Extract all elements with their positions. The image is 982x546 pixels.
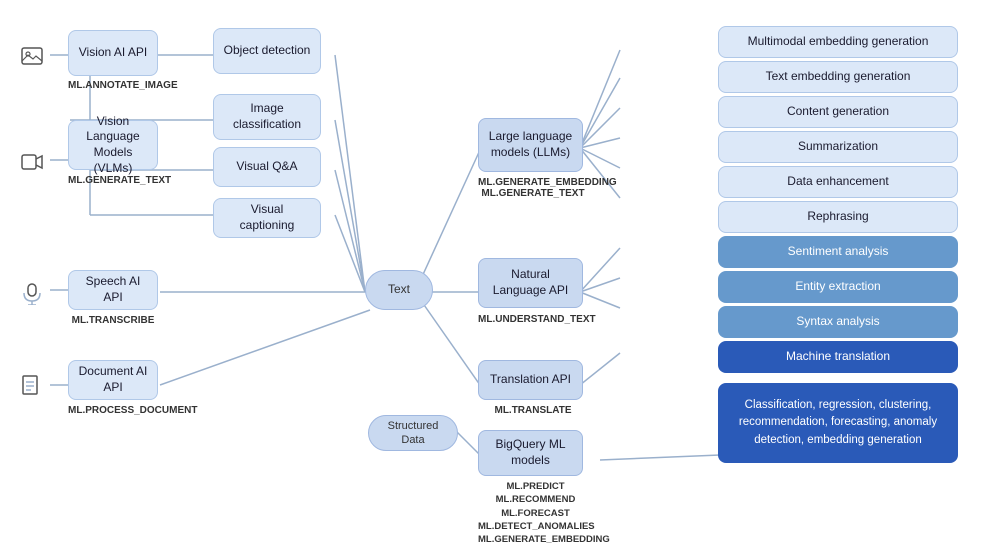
bigquery-node: BigQuery ML models [478, 430, 583, 476]
text-embed-label: Text embedding generation [766, 69, 911, 85]
classification-node: Classification, regression, clustering, … [718, 383, 958, 463]
text-embed-node: Text embedding generation [718, 61, 958, 93]
machine-translation-label: Machine translation [786, 349, 890, 365]
translation-api-node: Translation API [478, 360, 583, 400]
document-sublabel: ML.PROCESS_DOCUMENT [68, 405, 158, 416]
speech-ai-node: Speech AI API [68, 270, 158, 310]
visual-qa-node: Visual Q&A [213, 147, 321, 187]
document-icon [18, 373, 46, 401]
structured-hub-label: Structured Data [377, 419, 449, 448]
vlm-sublabel: ML.GENERATE_TEXT [68, 175, 158, 186]
summarization-label: Summarization [798, 139, 878, 155]
vlm-label: Vision Language Models (VLMs) [77, 114, 149, 176]
text-hub-label: Text [388, 282, 410, 298]
data-enhance-node: Data enhancement [718, 166, 958, 198]
structured-data-hub-node: Structured Data [368, 415, 458, 451]
llm-node: Large language models (LLMs) [478, 118, 583, 172]
video-icon [18, 148, 46, 176]
machine-translation-node: Machine translation [718, 341, 958, 373]
visual-qa-label: Visual Q&A [236, 159, 297, 175]
vision-ai-api-node: Vision AI API [68, 30, 158, 76]
llm-label: Large language models (LLMs) [487, 129, 574, 160]
translation-label: Translation API [490, 372, 571, 388]
rephrasing-node: Rephrasing [718, 201, 958, 233]
content-gen-label: Content generation [787, 104, 889, 120]
sentiment-node: Sentiment analysis [718, 236, 958, 268]
object-detection-label: Object detection [224, 43, 311, 59]
nlp-sublabel: ML.UNDERSTAND_TEXT [478, 314, 588, 325]
multimodal-node: Multimodal embedding generation [718, 26, 958, 58]
sentiment-label: Sentiment analysis [788, 244, 889, 260]
image-classification-label: Image classification [222, 101, 312, 132]
nlp-label: Natural Language API [487, 267, 574, 298]
document-label: Document AI API [77, 364, 149, 395]
entity-label: Entity extraction [795, 279, 880, 295]
speech-sublabel: ML.TRANSCRIBE [68, 315, 158, 326]
llm-sublabel: ML.GENERATE_EMBEDDING ML.GENERATE_TEXT [478, 177, 588, 199]
syntax-label: Syntax analysis [796, 314, 879, 330]
summarization-node: Summarization [718, 131, 958, 163]
data-enhance-label: Data enhancement [787, 174, 888, 190]
visual-captioning-node: Visual captioning [213, 198, 321, 238]
classification-label: Classification, regression, clustering, … [726, 397, 950, 449]
bigquery-sublabel: ML.PREDICT ML.RECOMMEND ML.FORECAST ML.D… [478, 480, 593, 546]
speech-icon [18, 280, 46, 308]
speech-label: Speech AI API [77, 274, 149, 305]
multimodal-label: Multimodal embedding generation [748, 34, 929, 50]
nlp-node: Natural Language API [478, 258, 583, 308]
bigquery-label: BigQuery ML models [487, 437, 574, 468]
translation-sublabel: ML.TRANSLATE [478, 405, 588, 416]
vision-ai-label: Vision AI API [79, 45, 148, 61]
visual-captioning-label: Visual captioning [222, 202, 312, 233]
content-gen-node: Content generation [718, 96, 958, 128]
vlm-node: Vision Language Models (VLMs) [68, 120, 158, 170]
text-hub-node: Text [365, 270, 433, 310]
image-icon [18, 42, 46, 70]
document-ai-node: Document AI API [68, 360, 158, 400]
vision-ai-sublabel: ML.ANNOTATE_IMAGE [68, 80, 158, 91]
image-classification-node: Image classification [213, 94, 321, 140]
entity-node: Entity extraction [718, 271, 958, 303]
rephrasing-label: Rephrasing [807, 209, 868, 225]
object-detection-node: Object detection [213, 28, 321, 74]
syntax-node: Syntax analysis [718, 306, 958, 338]
